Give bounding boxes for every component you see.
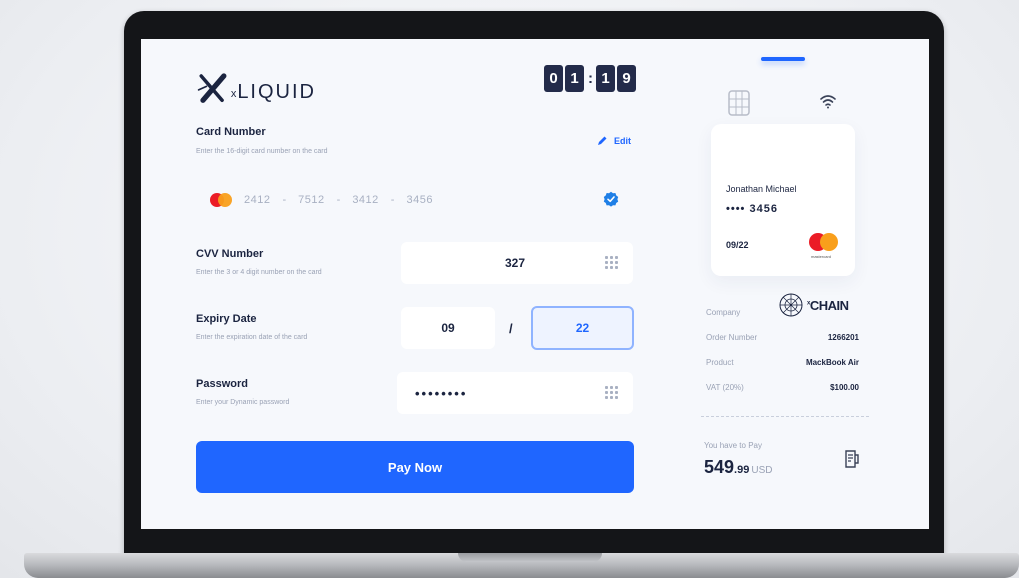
expiry-month-value: 09 [441, 321, 455, 335]
card-preview-expiry: 09/22 [726, 240, 749, 250]
card-number-group: 2412 [244, 194, 271, 206]
total-amount: 549.99 USD [704, 457, 772, 478]
keypad-grid-icon[interactable] [605, 386, 618, 399]
card-number-separator: - [336, 194, 341, 206]
company-name: CHAIN [809, 297, 849, 313]
card-number-title: Card Number [196, 126, 266, 138]
card-number-input[interactable]: 2412 - 7512 - 3412 - 3456 [196, 180, 636, 220]
card-number-subtitle: Enter the 16-digit card number on the ca… [196, 148, 328, 155]
edit-label: Edit [614, 136, 631, 146]
contactless-icon [820, 95, 836, 109]
expiry-year-value: 22 [575, 321, 590, 335]
card-number-group: 7512 [298, 194, 325, 206]
product-value: MackBook Air [805, 358, 859, 367]
edit-card-button[interactable]: Edit [596, 135, 631, 147]
card-masked-number: •••• 3456 [726, 203, 778, 215]
receipt-icon[interactable] [844, 450, 860, 468]
total-cents: .99 [734, 464, 750, 476]
payment-screen: x LIQUID 0 1 : 1 9 Card Number Enter the… [141, 39, 929, 529]
company-logo: xCHAIN [778, 292, 849, 318]
password-subtitle: Enter your Dynamic password [196, 399, 290, 406]
mastercard-logo [809, 233, 839, 251]
company-label: Company [706, 308, 741, 317]
timer-digit: 1 [565, 65, 584, 92]
card-number-separator: - [282, 194, 287, 206]
vat-value: $100.00 [830, 383, 859, 392]
order-number-value: 1266201 [827, 333, 859, 342]
keypad-grid-icon[interactable] [605, 256, 618, 269]
card-holder-name: Jonathan Michael [726, 184, 797, 194]
card-number-group: 3456 [406, 194, 433, 206]
liquid-logo-icon [197, 73, 227, 103]
verified-check-icon [603, 191, 619, 207]
mastercard-logo [210, 193, 232, 207]
chip-icon [728, 90, 750, 116]
expiry-subtitle: Enter the expiration date of the card [196, 334, 308, 341]
timer-colon: : [588, 70, 593, 87]
summary-divider [701, 416, 869, 417]
password-title: Password [196, 378, 248, 390]
product-label: Product [706, 358, 734, 367]
brand-logo: x LIQUID [196, 67, 316, 111]
edit-pencil-icon [598, 136, 607, 145]
password-value: •••••••• [415, 385, 468, 401]
card-number-group: 3412 [352, 194, 379, 206]
expiry-title: Expiry Date [196, 313, 257, 325]
order-number-label: Order Number [706, 333, 758, 342]
expiry-slash: / [509, 321, 513, 336]
cvv-value: 327 [505, 256, 526, 270]
cvv-subtitle: Enter the 3 or 4 digit number on the car… [196, 269, 322, 276]
pay-now-button[interactable]: Pay Now [196, 441, 634, 493]
cvv-input[interactable]: 327 [401, 242, 633, 284]
expiry-month-input[interactable]: 09 [401, 307, 495, 349]
timer-digit: 1 [596, 65, 615, 92]
total-label: You have to Pay [704, 441, 762, 450]
cvv-title: CVV Number [196, 248, 264, 260]
timer-digit: 0 [544, 65, 563, 92]
brand-name: LIQUID [237, 80, 316, 103]
brand-prefix: x [230, 88, 237, 100]
countdown-timer: 0 1 : 1 9 [544, 65, 638, 92]
card-number-separator: - [390, 194, 395, 206]
total-currency: USD [751, 465, 773, 476]
timer-digit: 9 [617, 65, 636, 92]
laptop-notch [458, 553, 602, 562]
password-input[interactable]: •••••••• [397, 372, 633, 414]
mastercard-label: mastercard [811, 254, 832, 259]
total-main: 549 [704, 457, 735, 477]
chain-globe-icon [779, 293, 803, 317]
vat-label: VAT (20%) [706, 383, 744, 392]
expiry-year-input[interactable]: 22 [531, 306, 634, 350]
card-preview [711, 124, 855, 276]
card-tab-indicator [761, 57, 805, 61]
